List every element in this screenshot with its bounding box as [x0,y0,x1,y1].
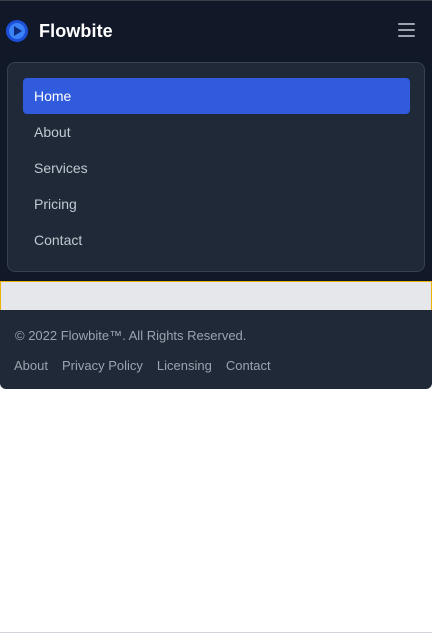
brand-link[interactable]: Flowbite [6,19,113,43]
footer-link-about[interactable]: About [14,358,48,373]
menu-item-pricing[interactable]: Pricing [23,186,410,222]
divider [0,632,432,633]
copyright-text: © 2022 Flowbite™. All Rights Reserved. [15,328,247,343]
footer-link-privacy-policy[interactable]: Privacy Policy [62,358,143,373]
menu-item-services[interactable]: Services [23,150,410,186]
footer-link-licensing[interactable]: Licensing [157,358,212,373]
footer-link-contact[interactable]: Contact [226,358,271,373]
brand-name: Flowbite [39,20,113,41]
hamburger-menu-icon[interactable] [398,23,415,37]
footer-links: About Privacy Policy Licensing Contact [14,358,285,373]
nav-menu: Home About Services Pricing Contact [7,62,425,272]
footer: © 2022 Flowbite™. All Rights Reserved. A… [0,310,432,389]
menu-item-about[interactable]: About [23,114,410,150]
menu-item-contact[interactable]: Contact [23,222,410,258]
content-area [0,281,432,310]
flowbite-logo-icon [6,20,28,42]
menu-item-home[interactable]: Home [23,78,410,114]
navbar: Flowbite Home About Services Pricing Con… [0,0,432,281]
